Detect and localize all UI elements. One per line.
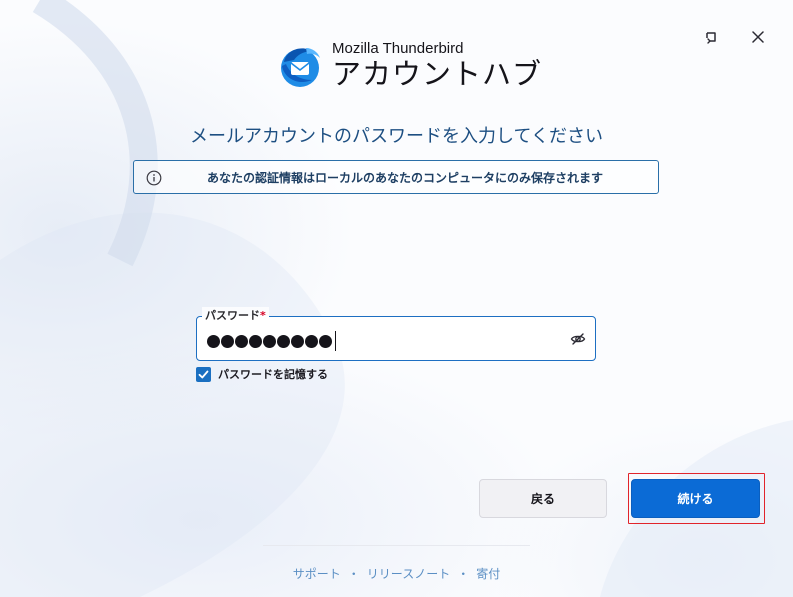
password-dot (263, 334, 276, 348)
page-title: アカウントハブ (332, 57, 543, 91)
required-mark: * (260, 309, 266, 322)
section-heading: メールアカウントのパスワードを入力してください (190, 126, 603, 147)
eye-slash-icon[interactable] (570, 331, 586, 347)
brand-header: Mozilla Thunderbird アカウントハブ (276, 40, 542, 92)
notice-text: あなたの認証情報はローカルのあなたのコンピュータにのみ保存されます (206, 170, 603, 185)
info-notice: あなたの認証情報はローカルのあなたのコンピュータにのみ保存されます (133, 160, 659, 194)
support-link[interactable]: サポート (293, 567, 341, 581)
password-dot (235, 334, 248, 348)
donate-link[interactable]: 寄付 (476, 567, 500, 581)
window-restore-button[interactable] (700, 26, 722, 48)
continue-button[interactable]: 続ける (631, 479, 760, 518)
close-icon (752, 31, 764, 43)
password-label: パスワード* (202, 307, 269, 323)
footer-separator: ・ (457, 567, 470, 581)
password-dot (305, 334, 318, 348)
close-button[interactable] (747, 26, 769, 48)
checkmark-icon (198, 370, 209, 378)
back-button[interactable]: 戻る (479, 479, 607, 518)
release-notes-link[interactable]: リリースノート (367, 567, 450, 581)
password-field: パスワード* (196, 307, 596, 361)
thunderbird-logo-icon (281, 48, 320, 87)
window-restore-icon (706, 32, 716, 44)
remember-password-checkbox[interactable]: パスワードを記憶する (196, 366, 328, 382)
password-dot (319, 334, 332, 348)
password-mask (207, 331, 336, 351)
checkbox[interactable] (196, 366, 211, 382)
password-dot (291, 334, 304, 348)
product-name: Mozilla Thunderbird (332, 40, 464, 57)
text-caret (335, 331, 336, 351)
password-dot (249, 334, 262, 348)
password-dot (221, 334, 234, 348)
info-icon (146, 170, 162, 186)
remember-password-label: パスワードを記憶する (218, 368, 328, 381)
footer-divider (263, 545, 530, 546)
password-dot (277, 334, 290, 348)
footer-separator: ・ (347, 567, 360, 581)
footer-links: サポート・リリースノート・寄付 (0, 565, 793, 582)
password-dot (207, 334, 220, 348)
